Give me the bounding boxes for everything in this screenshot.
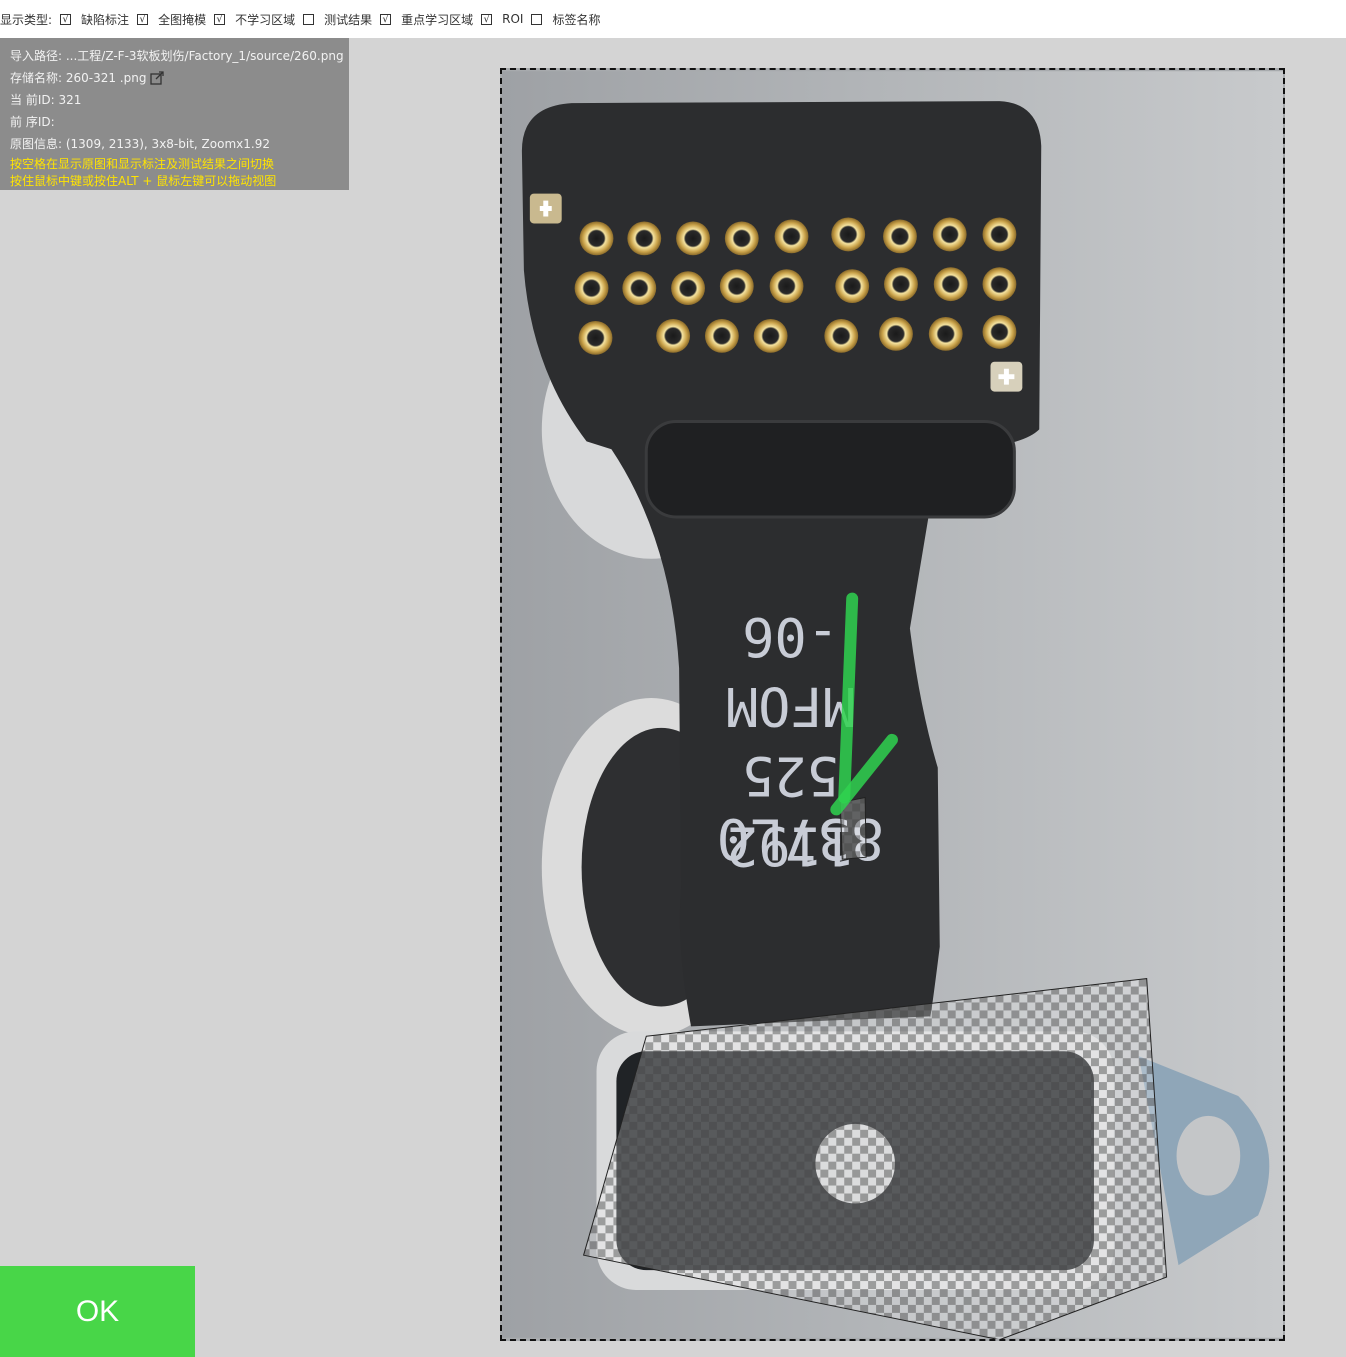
checkbox-test-result[interactable]: 测试结果	[303, 11, 372, 28]
checkbox-label-name[interactable]: 标签名称	[531, 11, 600, 28]
ok-button[interactable]: OK	[0, 1266, 195, 1357]
current-id: 当 前ID: 321	[10, 93, 82, 107]
checkbox-full-mask-label: 全图掩模	[158, 12, 207, 27]
checkbox-no-learn-region-box[interactable]: √	[214, 13, 226, 25]
checkbox-label-name-box[interactable]	[531, 13, 543, 25]
edit-icon[interactable]	[150, 71, 165, 85]
marking-line-3: MFOM	[726, 675, 855, 738]
checkbox-defect-annotation-box[interactable]: √	[60, 13, 72, 25]
checkbox-key-learn-region[interactable]: √ 重点学习区域	[380, 11, 473, 28]
image-info-panel: 导入路径: ...工程/Z-F-3软板划伤/Factory_1/source/2…	[0, 38, 349, 190]
import-path: 导入路径: ...工程/Z-F-3软板划伤/Factory_1/source/2…	[10, 49, 344, 63]
checkbox-key-learn-region-box[interactable]: √	[380, 13, 392, 25]
checkbox-roi[interactable]: √ ROI	[481, 12, 523, 26]
drag-view-hint: 按住鼠标中键或按住ALT + 鼠标左键可以拖动视图	[10, 173, 277, 188]
original-image-info: 原图信息: (1309, 2133), 3x8-bit, Zoomx1.92	[10, 137, 270, 151]
checkbox-full-mask[interactable]: √ 全图掩模	[137, 11, 206, 28]
checkbox-defect-annotation-label: 缺陷标注	[81, 12, 130, 27]
save-name: 存储名称: 260-321 .png	[10, 71, 147, 85]
checkbox-test-result-label: 测试结果	[324, 12, 373, 27]
inspection-image: 1192 525 MFOM -06 837L0	[502, 71, 1283, 1339]
space-toggle-hint: 按空格在显示原图和显示标注及测试结果之间切换	[10, 156, 275, 171]
checkbox-label-name-label: 标签名称	[552, 12, 601, 27]
checkbox-test-result-box[interactable]	[303, 13, 315, 25]
image-canvas[interactable]: 1192 525 MFOM -06 837L0	[500, 68, 1285, 1341]
checkbox-defect-annotation[interactable]: √ 缺陷标注	[60, 11, 129, 28]
stiffener-plate	[644, 419, 1016, 519]
marking-line-4: -06	[742, 605, 839, 668]
previous-id: 前 序ID:	[10, 115, 55, 129]
checkbox-key-learn-region-label: 重点学习区域	[401, 12, 474, 27]
display-type-toolbar: 显示类型: √ 缺陷标注 √ 全图掩模 √ 不学习区域 测试结果 √ 重点学习区…	[0, 0, 1346, 38]
checkbox-roi-label: ROI	[502, 12, 524, 26]
save-name-row: 存储名称: 260-321 .png	[10, 67, 349, 89]
marking-line-2: 525	[742, 745, 839, 808]
checkbox-full-mask-box[interactable]: √	[137, 13, 149, 25]
checkbox-no-learn-region[interactable]: √ 不学习区域	[214, 11, 295, 28]
checkbox-roi-box[interactable]: √	[481, 13, 493, 25]
checkbox-no-learn-region-label: 不学习区域	[235, 12, 296, 27]
bracket-hole	[1176, 1115, 1241, 1196]
display-type-label: 显示类型:	[0, 12, 53, 27]
